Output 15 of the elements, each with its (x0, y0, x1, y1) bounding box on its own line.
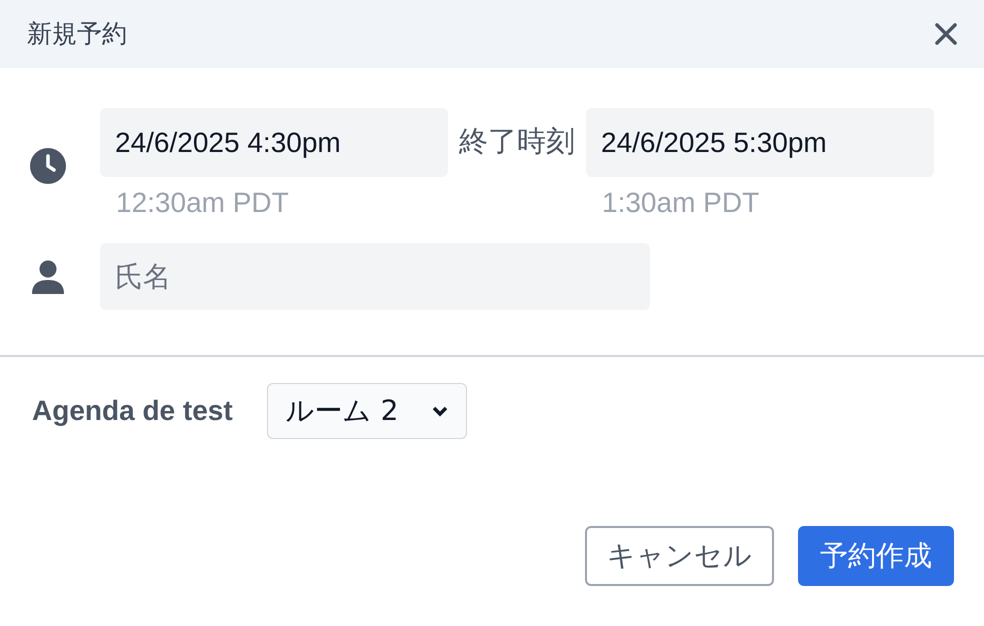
dialog-title: 新規予約 (27, 18, 127, 50)
close-icon[interactable] (934, 22, 958, 46)
end-time-label: 終了時刻 (459, 123, 575, 160)
calendar-label: Agenda de test (32, 394, 233, 428)
date-time-field[interactable]: 24/6/2025 4:30pm (100, 108, 448, 177)
room-select[interactable]: ルーム 2 (266, 383, 467, 439)
create-button[interactable]: 予約作成 (798, 526, 954, 586)
name-field[interactable]: 氏名 (100, 243, 650, 310)
cancel-button[interactable]: キャンセル (585, 526, 774, 586)
date-time-field[interactable]: 24/6/2025 5:30pm (586, 108, 934, 177)
local-time-text: 12:30am PDT (116, 186, 289, 220)
local-time-text: 1:30am PDT (602, 186, 760, 220)
person-icon (32, 260, 64, 294)
clock-icon (30, 148, 66, 184)
chevron-down-icon (432, 406, 448, 416)
